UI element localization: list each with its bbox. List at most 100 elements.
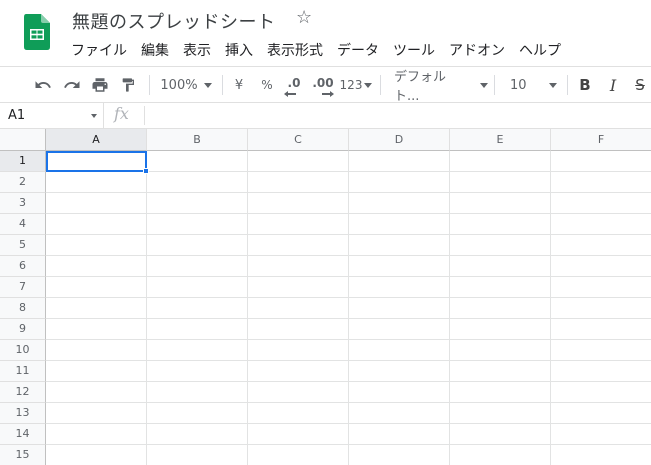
grid-line [46, 381, 651, 382]
font-family-value: デフォルト... [394, 70, 447, 104]
cell-reference: A1 [8, 108, 26, 123]
column-header-b[interactable]: B [147, 129, 248, 151]
undo-icon [35, 81, 51, 88]
paint-format-button[interactable] [116, 67, 140, 103]
zoom-select[interactable]: 100% [156, 67, 216, 103]
decrease-decimal-button[interactable]: .0 [282, 67, 306, 103]
increase-decimal-label: .00 [312, 76, 334, 90]
column-header-d[interactable]: D [349, 129, 450, 151]
row-header-13[interactable]: 13 [0, 403, 46, 424]
toolbar-separator [149, 75, 150, 95]
menu-format[interactable]: 表示形式 [260, 38, 330, 62]
menu-data[interactable]: データ [330, 38, 386, 62]
toolbar: 100% ¥ % .0 .00 123 デフォルト... 10 B I S [0, 66, 651, 104]
formula-separator [144, 106, 145, 125]
spreadsheet-grid[interactable]: A B C D E F 1 2 3 4 5 6 7 8 9 10 11 12 1… [0, 129, 651, 465]
chevron-down-icon [480, 82, 488, 88]
row-header-9[interactable]: 9 [0, 319, 46, 340]
grid-line [46, 444, 651, 445]
row-header-12[interactable]: 12 [0, 382, 46, 403]
column-header-e[interactable]: E [450, 129, 551, 151]
toolbar-separator [380, 75, 381, 95]
active-cell-a1[interactable] [46, 151, 147, 172]
menu-tools[interactable]: ツール [386, 38, 442, 62]
grid-line [46, 234, 651, 235]
grid-line [46, 297, 651, 298]
chevron-down-icon [203, 82, 212, 88]
row-header-8[interactable]: 8 [0, 298, 46, 319]
grid-line [46, 360, 651, 361]
grid-line [46, 255, 651, 256]
menu-file[interactable]: ファイル [64, 38, 134, 62]
row-header-5[interactable]: 5 [0, 235, 46, 256]
fill-handle[interactable] [143, 168, 149, 174]
print-icon [92, 78, 108, 92]
menu-help[interactable]: ヘルプ [512, 38, 568, 62]
chevron-down-icon [548, 82, 557, 88]
sheets-logo-icon[interactable] [24, 14, 50, 50]
row-header-1[interactable]: 1 [0, 151, 46, 172]
increase-decimal-button[interactable]: .00 [310, 67, 336, 103]
app-header: 無題のスプレッドシート ☆ ファイル 編集 表示 挿入 表示形式 データ ツール… [0, 0, 651, 66]
percent-format-button[interactable]: % [256, 67, 278, 103]
toolbar-separator [567, 75, 568, 95]
redo-button[interactable] [60, 67, 84, 103]
grid-line [146, 151, 147, 465]
row-header-2[interactable]: 2 [0, 172, 46, 193]
more-formats-label: 123 [339, 78, 363, 92]
font-size-value: 10 [510, 77, 527, 93]
grid-line [550, 151, 551, 465]
grid-line [348, 151, 349, 465]
select-all-corner[interactable] [0, 129, 46, 151]
menu-insert[interactable]: 挿入 [218, 38, 260, 62]
italic-button[interactable]: I [602, 67, 624, 103]
grid-line [46, 423, 651, 424]
grid-line [46, 192, 651, 193]
currency-format-button[interactable]: ¥ [228, 67, 250, 103]
paint-format-icon [122, 78, 134, 92]
chevron-down-icon [364, 82, 373, 88]
column-header-f[interactable]: F [551, 129, 651, 151]
decrease-decimal-label: .0 [287, 76, 301, 90]
redo-icon [64, 81, 80, 88]
grid-line [46, 276, 651, 277]
menu-edit[interactable]: 編集 [134, 38, 176, 62]
print-button[interactable] [88, 67, 112, 103]
toolbar-separator [222, 75, 223, 95]
star-icon[interactable]: ☆ [296, 7, 312, 28]
row-header-4[interactable]: 4 [0, 214, 46, 235]
formula-bar: A1 fx [0, 103, 651, 129]
bold-button[interactable]: B [574, 67, 596, 103]
row-header-3[interactable]: 3 [0, 193, 46, 214]
name-box[interactable]: A1 [0, 103, 104, 128]
zoom-value: 100% [160, 77, 198, 93]
strikethrough-button[interactable]: S [630, 67, 650, 103]
row-header-15[interactable]: 15 [0, 445, 46, 465]
grid-line [46, 402, 651, 403]
row-header-10[interactable]: 10 [0, 340, 46, 361]
menu-view[interactable]: 表示 [176, 38, 218, 62]
grid-line [449, 151, 450, 465]
grid-line [46, 213, 651, 214]
document-title[interactable]: 無題のスプレッドシート [72, 8, 276, 34]
menu-bar: ファイル 編集 表示 挿入 表示形式 データ ツール アドオン ヘルプ [64, 38, 568, 62]
font-family-select[interactable]: デフォルト... [388, 67, 488, 104]
toolbar-separator [494, 75, 495, 95]
row-header-6[interactable]: 6 [0, 256, 46, 277]
formula-input[interactable] [150, 105, 649, 128]
column-header-c[interactable]: C [248, 129, 349, 151]
arrow-right-icon [322, 91, 334, 97]
arrow-left-icon [284, 91, 296, 97]
grid-line [46, 339, 651, 340]
grid-line [247, 151, 248, 465]
row-header-11[interactable]: 11 [0, 361, 46, 382]
menu-addons[interactable]: アドオン [442, 38, 512, 62]
font-size-select[interactable]: 10 [500, 67, 562, 103]
grid-line [46, 318, 651, 319]
more-formats-button[interactable]: 123 [338, 67, 374, 103]
chevron-down-icon [91, 114, 97, 118]
row-header-7[interactable]: 7 [0, 277, 46, 298]
row-header-14[interactable]: 14 [0, 424, 46, 445]
column-header-a[interactable]: A [46, 129, 147, 151]
undo-button[interactable] [31, 67, 55, 103]
